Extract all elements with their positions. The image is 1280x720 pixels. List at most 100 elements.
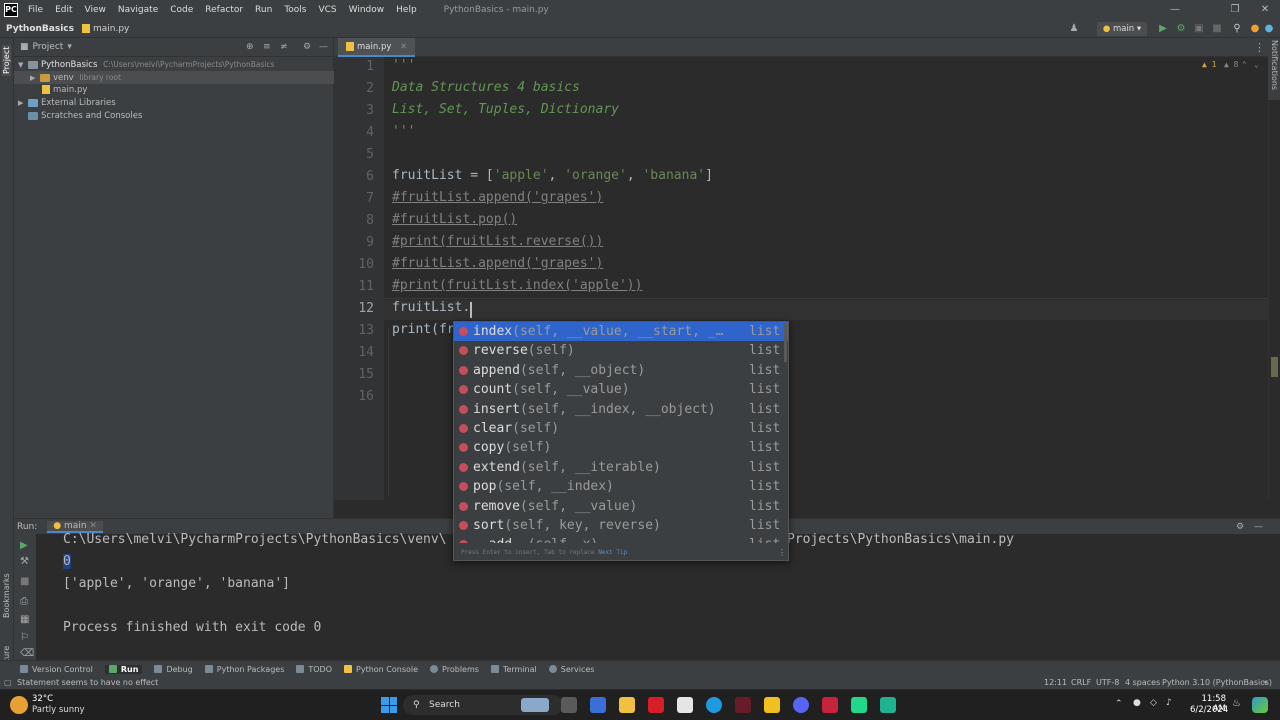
tool-run[interactable]: Run xyxy=(104,664,143,674)
menu-tools[interactable]: Tools xyxy=(284,5,306,15)
run-config-selector[interactable]: ● main ▾ xyxy=(1097,22,1147,36)
status-message[interactable]: Statement seems to have no effect xyxy=(17,677,158,689)
rerun-icon[interactable]: ▶ xyxy=(20,540,28,551)
taskbar-search[interactable]: ⚲ Search xyxy=(403,695,563,715)
update-icon[interactable]: ● xyxy=(1249,22,1261,36)
chevron-up-icon[interactable]: ⌃ xyxy=(1242,60,1247,69)
user-icon[interactable]: ♟ xyxy=(1066,22,1082,36)
tool-python-console[interactable]: Python Console xyxy=(344,665,418,674)
pycharm-icon[interactable] xyxy=(851,697,867,713)
file-explorer-icon[interactable] xyxy=(619,697,635,713)
bookmarks-tool-tab[interactable]: Bookmarks xyxy=(2,573,11,618)
notifications-tool-tab[interactable]: Notifications xyxy=(1270,40,1279,90)
gear-icon[interactable]: ⚙ xyxy=(1236,522,1244,532)
delete-icon[interactable]: ⌫ xyxy=(20,648,34,659)
completion-item-index[interactable]: index(self, __value, __start, _… list xyxy=(454,322,788,342)
close-tab-icon[interactable]: ✕ xyxy=(400,42,407,52)
gear-icon[interactable]: ⚙ xyxy=(303,42,311,52)
completion-item-insert[interactable]: insert(self, __index, __object) list xyxy=(454,400,788,419)
minimize-icon[interactable]: — xyxy=(1160,0,1190,20)
expand-all-icon[interactable]: ≡ xyxy=(263,42,271,52)
menu-help[interactable]: Help xyxy=(396,5,417,15)
app-icon[interactable] xyxy=(822,697,838,713)
tool-debug[interactable]: Debug xyxy=(154,665,193,674)
weather-temp[interactable]: 32°C xyxy=(32,694,53,704)
more-tabs-icon[interactable]: ⋮ xyxy=(1254,41,1265,54)
edge-icon[interactable] xyxy=(706,697,722,713)
close-tab-icon[interactable]: ✕ xyxy=(89,521,97,531)
discord-icon[interactable] xyxy=(793,697,809,713)
tree-item-main-py[interactable]: main.py xyxy=(42,84,87,97)
collapse-all-icon[interactable]: ≠ xyxy=(280,42,288,52)
weather-icon[interactable] xyxy=(10,696,28,714)
hide-icon[interactable]: — xyxy=(1254,522,1263,532)
close-icon[interactable]: ✕ xyxy=(1250,0,1280,20)
volume-icon[interactable]: ♪ xyxy=(1166,698,1172,708)
app-icon[interactable] xyxy=(880,697,896,713)
popup-scrollbar[interactable] xyxy=(784,324,787,362)
scrollbar-thumb[interactable] xyxy=(1271,357,1278,377)
teams-icon[interactable] xyxy=(590,697,606,713)
task-view-icon[interactable] xyxy=(561,697,577,713)
windows-start-icon[interactable] xyxy=(381,697,397,713)
tree-item-venv[interactable]: ▶ venv library root xyxy=(14,71,334,84)
tool-python-packages[interactable]: Python Packages xyxy=(204,665,284,674)
layout-icon[interactable]: ▦ xyxy=(20,614,29,625)
stop-icon[interactable]: ■ xyxy=(20,576,29,587)
code-completion-popup[interactable]: index(self, __value, __start, _… list reve… xyxy=(453,321,789,561)
completion-item-append[interactable]: append(self, __object) list xyxy=(454,361,788,380)
menu-view[interactable]: View xyxy=(85,5,106,15)
notification-bell-icon[interactable]: ♨ xyxy=(1232,698,1241,709)
locate-icon[interactable]: ⊕ xyxy=(246,42,254,52)
completion-item-copy[interactable]: copy(self) list xyxy=(454,438,788,457)
app-icon[interactable] xyxy=(735,697,751,713)
weather-desc[interactable]: Partly sunny xyxy=(32,705,85,715)
menu-edit[interactable]: Edit xyxy=(55,5,72,15)
store-icon[interactable] xyxy=(677,697,693,713)
completion-item-sort[interactable]: sort(self, key, reverse) list xyxy=(454,516,788,535)
indent-setting[interactable]: 4 spaces xyxy=(1125,677,1160,689)
tool-version-control[interactable]: Version Control xyxy=(20,665,93,674)
debug-icon[interactable]: ⚙ xyxy=(1175,22,1187,36)
breadcrumb-file[interactable]: main.py xyxy=(82,23,129,34)
tool-todo[interactable]: TODO xyxy=(296,665,332,674)
wrench-icon[interactable]: ⚒ xyxy=(20,556,29,567)
chevron-right-icon[interactable]: ▶ xyxy=(18,97,28,110)
menu-vcs[interactable]: VCS xyxy=(318,5,336,15)
project-panel-title[interactable]: Project xyxy=(33,42,64,52)
run-tab-main[interactable]: ● main ✕ xyxy=(47,520,103,533)
menu-window[interactable]: Window xyxy=(349,5,385,15)
chevron-down-icon[interactable]: ⌄ xyxy=(1254,60,1259,69)
tool-problems[interactable]: Problems xyxy=(430,665,479,674)
chevron-up-icon[interactable]: ⌃ xyxy=(1115,699,1123,709)
project-tool-tab[interactable]: Project xyxy=(2,44,11,76)
wifi-icon[interactable]: ◇ xyxy=(1150,698,1157,708)
completion-item-extend[interactable]: extend(self, __iterable) list xyxy=(454,458,788,477)
menu-code[interactable]: Code xyxy=(170,5,193,15)
next-tip-link[interactable]: Next Tip xyxy=(598,549,627,556)
lock-icon[interactable]: ⚭ xyxy=(1262,677,1269,689)
tree-item-scratches[interactable]: Scratches and Consoles xyxy=(28,110,142,123)
search-icon[interactable]: ⚲ xyxy=(1231,22,1243,36)
caret-position[interactable]: 12:11 xyxy=(1044,677,1067,689)
netflix-icon[interactable] xyxy=(648,697,664,713)
menu-run[interactable]: Run xyxy=(255,5,272,15)
completion-item-clear[interactable]: clear(self) list xyxy=(454,419,788,438)
breadcrumb-project[interactable]: PythonBasics xyxy=(6,24,74,34)
microphone-icon[interactable]: ● xyxy=(1133,698,1141,708)
completion-item-reverse[interactable]: reverse(self) list xyxy=(454,341,788,360)
completion-item-pop[interactable]: pop(self, __index) list xyxy=(454,477,788,496)
menu-file[interactable]: File xyxy=(28,5,43,15)
clock-date[interactable]: 6/2/2024 xyxy=(1190,705,1228,715)
more-icon[interactable]: ⋮ xyxy=(778,543,786,560)
run-icon[interactable]: ▶ xyxy=(1157,22,1169,36)
chevron-down-icon[interactable]: ▾ xyxy=(67,42,72,52)
completion-item-count[interactable]: count(self, __value) list xyxy=(454,380,788,399)
editor-scrollbar[interactable] xyxy=(1268,57,1280,500)
settings-icon[interactable]: ● xyxy=(1263,22,1275,36)
tab-main-py[interactable]: main.py ✕ xyxy=(338,38,416,57)
print-icon[interactable]: ⎙ xyxy=(20,596,28,607)
tool-terminal[interactable]: Terminal xyxy=(490,665,537,674)
hide-icon[interactable]: — xyxy=(319,42,328,52)
line-separator[interactable]: CRLF xyxy=(1071,677,1091,689)
